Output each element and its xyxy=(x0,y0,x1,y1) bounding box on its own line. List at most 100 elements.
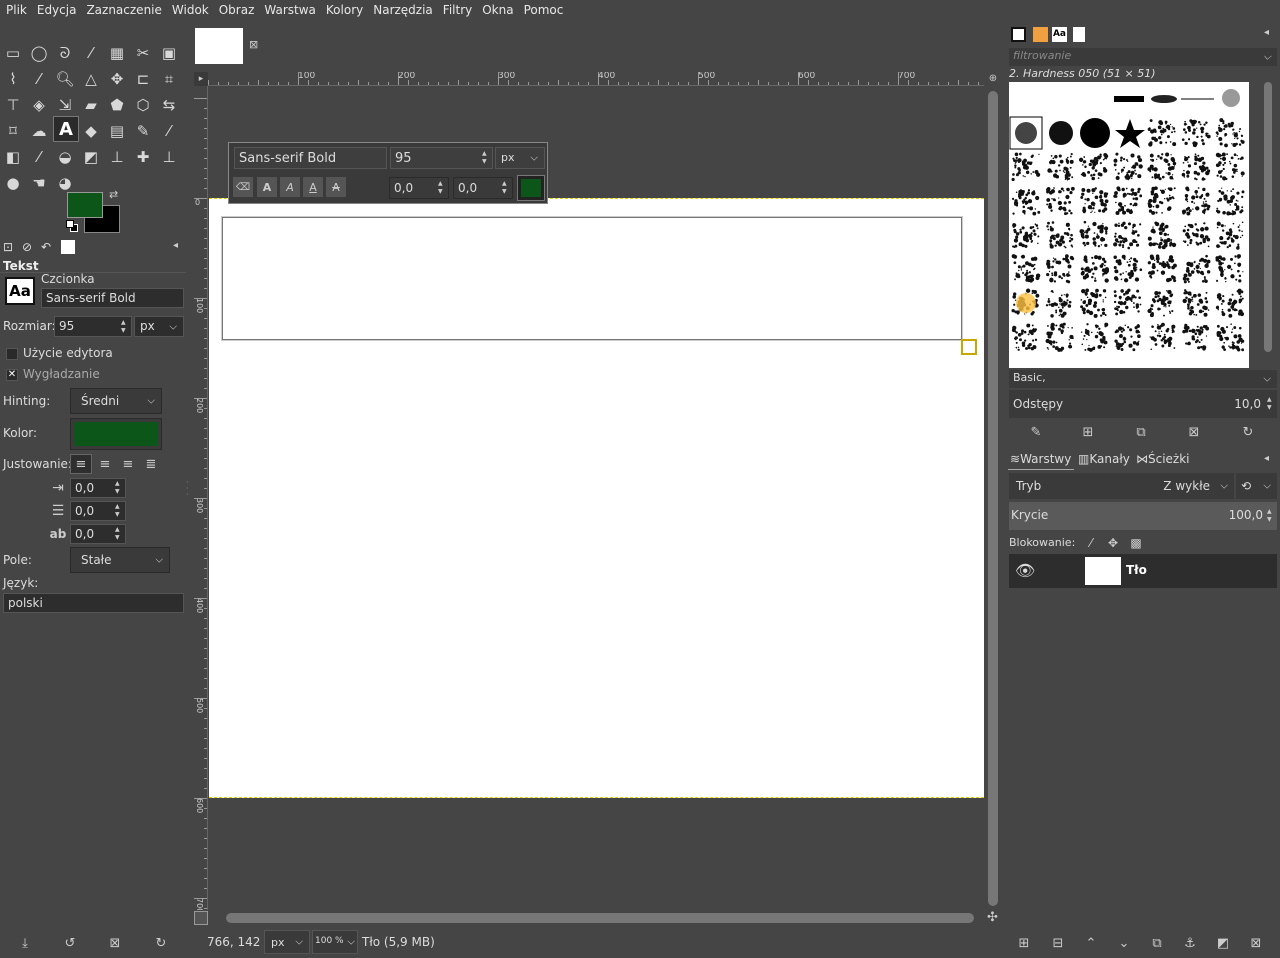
ruler-corner[interactable]: ▸ xyxy=(194,72,208,86)
lock-alpha-icon[interactable]: ▩ xyxy=(1128,535,1144,551)
justify-left-icon[interactable]: ≡ xyxy=(70,454,92,474)
justify-fill-icon[interactable]: ≣ xyxy=(140,454,162,474)
reset-options-icon[interactable]: ↻ xyxy=(150,932,172,954)
scale-icon[interactable]: ⇲ xyxy=(53,94,77,116)
delete-brush-icon[interactable]: ⊠ xyxy=(1184,422,1204,442)
navigate-icon[interactable]: ✣ xyxy=(987,910,998,925)
use-editor-checkbox[interactable] xyxy=(6,348,18,360)
3d-transform-icon[interactable]: ⬡ xyxy=(131,94,155,116)
horizontal-scrollbar-thumb[interactable] xyxy=(226,913,974,923)
line-spacing-input[interactable]: 0,0 ▲ ▼ xyxy=(70,501,126,521)
font-input[interactable]: Sans-serif Bold xyxy=(41,288,184,308)
shear-icon[interactable]: ▰ xyxy=(79,94,103,116)
menu-help[interactable]: Pomoc xyxy=(519,0,569,20)
document-history-tab-icon[interactable] xyxy=(1073,27,1085,42)
tab-layers[interactable]: ≋Warstwy xyxy=(1008,450,1074,470)
pencil-icon[interactable]: ✎ xyxy=(131,120,155,142)
color-select-icon[interactable]: ▦ xyxy=(105,42,129,64)
hinting-select[interactable]: Średni ⌵ xyxy=(70,388,162,414)
undo-history-tab-icon[interactable]: ↶ xyxy=(41,240,51,254)
font-preview-icon[interactable]: Aa xyxy=(5,277,35,305)
zoom-fit-icon[interactable]: ⊕ xyxy=(986,72,1000,86)
duplicate-layer-icon[interactable]: ⧉ xyxy=(1147,933,1167,953)
mypaint-brush-icon[interactable]: ◩ xyxy=(79,146,103,168)
swap-colors-icon[interactable]: ⇄ xyxy=(109,188,118,201)
new-brush-icon[interactable]: ⊞ xyxy=(1078,422,1098,442)
ink-icon[interactable]: ◒ xyxy=(53,146,77,168)
brush-filter-input[interactable]: filtrowanie ⌵ xyxy=(1009,48,1277,66)
menu-windows[interactable]: Okna xyxy=(477,0,518,20)
strikethrough-icon[interactable]: A xyxy=(326,177,346,197)
heal-icon[interactable]: ✚ xyxy=(131,146,155,168)
paths-icon[interactable]: ⌇ xyxy=(1,68,25,90)
image-tab-thumbnail[interactable] xyxy=(195,28,243,64)
horizontal-scrollbar[interactable] xyxy=(208,911,984,925)
cage-transform-icon[interactable]: ⌑ xyxy=(1,120,25,142)
mode-select[interactable]: Tryb Z wykłe ⌵ xyxy=(1009,473,1234,499)
menu-tools[interactable]: Narzędzia xyxy=(368,0,438,20)
antialias-checkbox[interactable]: ✕ xyxy=(6,369,18,381)
refresh-brushes-icon[interactable]: ↻ xyxy=(1238,422,1258,442)
ellipse-select-icon[interactable]: ◯ xyxy=(27,42,51,64)
justify-center-icon[interactable]: ≡ xyxy=(117,454,139,474)
bucket-fill-icon[interactable]: ◆ xyxy=(79,120,103,142)
brush-scrollbar[interactable] xyxy=(1263,82,1273,368)
close-tab-icon[interactable]: ⊠ xyxy=(249,38,258,51)
menu-select[interactable]: Zaznaczenie xyxy=(81,0,166,20)
rotate-icon[interactable]: ◈ xyxy=(27,94,51,116)
new-layer-group-icon[interactable]: ⊞ xyxy=(1014,933,1034,953)
vertical-scrollbar-thumb[interactable] xyxy=(988,91,998,906)
zoom-select[interactable]: 100 % ⌵ xyxy=(312,930,358,954)
edit-brush-icon[interactable]: ✎ xyxy=(1026,422,1046,442)
letter-spacing-input[interactable]: 0,0 ▲ ▼ xyxy=(70,524,126,544)
lock-pixels-icon[interactable]: ⁄ xyxy=(1083,535,1099,551)
eye-icon[interactable]: 👁︎ xyxy=(1015,561,1035,580)
panel-menu-icon[interactable]: ◂ xyxy=(173,240,178,251)
rect-select-icon[interactable]: ▭ xyxy=(1,42,25,64)
canvas-area[interactable]: Sans-serif Bold 95 ▲ ▼ px ⌵ ⌫ A A A A 0,0… xyxy=(208,86,984,910)
restore-options-icon[interactable]: ↺ xyxy=(59,932,81,954)
delete-layer-icon[interactable]: ⊠ xyxy=(1246,933,1266,953)
panel-menu-icon[interactable]: ◂ xyxy=(1264,27,1269,38)
tool-options-tab-icon[interactable]: ⊡ xyxy=(3,240,13,254)
underline-icon[interactable]: A xyxy=(303,177,323,197)
fonts-tab-icon[interactable]: Aa xyxy=(1052,27,1067,42)
composite-mode-button[interactable]: ⟲ ⌵ xyxy=(1236,473,1277,499)
menu-filters[interactable]: Filtry xyxy=(438,0,477,20)
duplicate-brush-icon[interactable]: ⧉ xyxy=(1131,422,1151,442)
toolbar-size-input[interactable]: 95 ▲ ▼ xyxy=(390,147,493,169)
toolbar-unit-select[interactable]: px ⌵ xyxy=(495,147,545,169)
menu-image[interactable]: Obraz xyxy=(214,0,260,20)
device-status-tab-icon[interactable]: ⊘ xyxy=(22,240,32,254)
mask-layer-icon[interactable]: ◩ xyxy=(1213,933,1233,953)
status-unit-select[interactable]: px ⌵ xyxy=(264,930,310,954)
opacity-slider[interactable]: Krycie 100,0 ▲ ▼ xyxy=(1009,502,1277,530)
size-input[interactable]: 95 ▲ ▼ xyxy=(54,316,132,337)
anchor-layer-icon[interactable]: ⚓︎ xyxy=(1180,933,1200,953)
menu-colors[interactable]: Kolory xyxy=(321,0,368,20)
italic-icon[interactable]: A xyxy=(280,177,300,197)
color-picker-icon[interactable]: ⁄ xyxy=(27,68,51,90)
text-box-frame[interactable] xyxy=(221,216,963,341)
baseline-input[interactable]: 0,0 ▲ ▼ xyxy=(389,177,449,199)
perspective-icon[interactable]: ⬟ xyxy=(105,94,129,116)
text-box-resize-handle[interactable] xyxy=(961,339,977,355)
tab-channels[interactable]: ▥Kanały xyxy=(1076,450,1134,470)
paintbrush-icon[interactable]: ⁄ xyxy=(157,120,181,142)
quick-mask-icon[interactable] xyxy=(194,911,208,925)
justify-right-icon[interactable]: ≡ xyxy=(94,454,116,474)
clone-icon[interactable]: ⊥ xyxy=(105,146,129,168)
text-color-button[interactable] xyxy=(70,418,162,450)
brushes-tab-icon[interactable] xyxy=(1011,27,1026,42)
panel-menu-icon[interactable]: ◂ xyxy=(1264,453,1269,464)
save-options-icon[interactable]: ⤓ xyxy=(14,932,36,954)
images-tab-icon[interactable] xyxy=(61,240,75,254)
move-icon[interactable]: ✥ xyxy=(105,68,129,90)
toolbar-font-input[interactable]: Sans-serif Bold xyxy=(234,147,387,169)
patterns-tab-icon[interactable] xyxy=(1033,27,1048,42)
box-select[interactable]: Stałe ⌵ xyxy=(70,547,170,573)
gradient-icon[interactable]: ▤ xyxy=(105,120,129,142)
perspective-clone-icon[interactable]: ⊥ xyxy=(157,146,181,168)
spacing-slider[interactable]: Odstępy 10,0 ▲ ▼ xyxy=(1009,390,1277,418)
scissors-icon[interactable]: ✂ xyxy=(131,42,155,64)
